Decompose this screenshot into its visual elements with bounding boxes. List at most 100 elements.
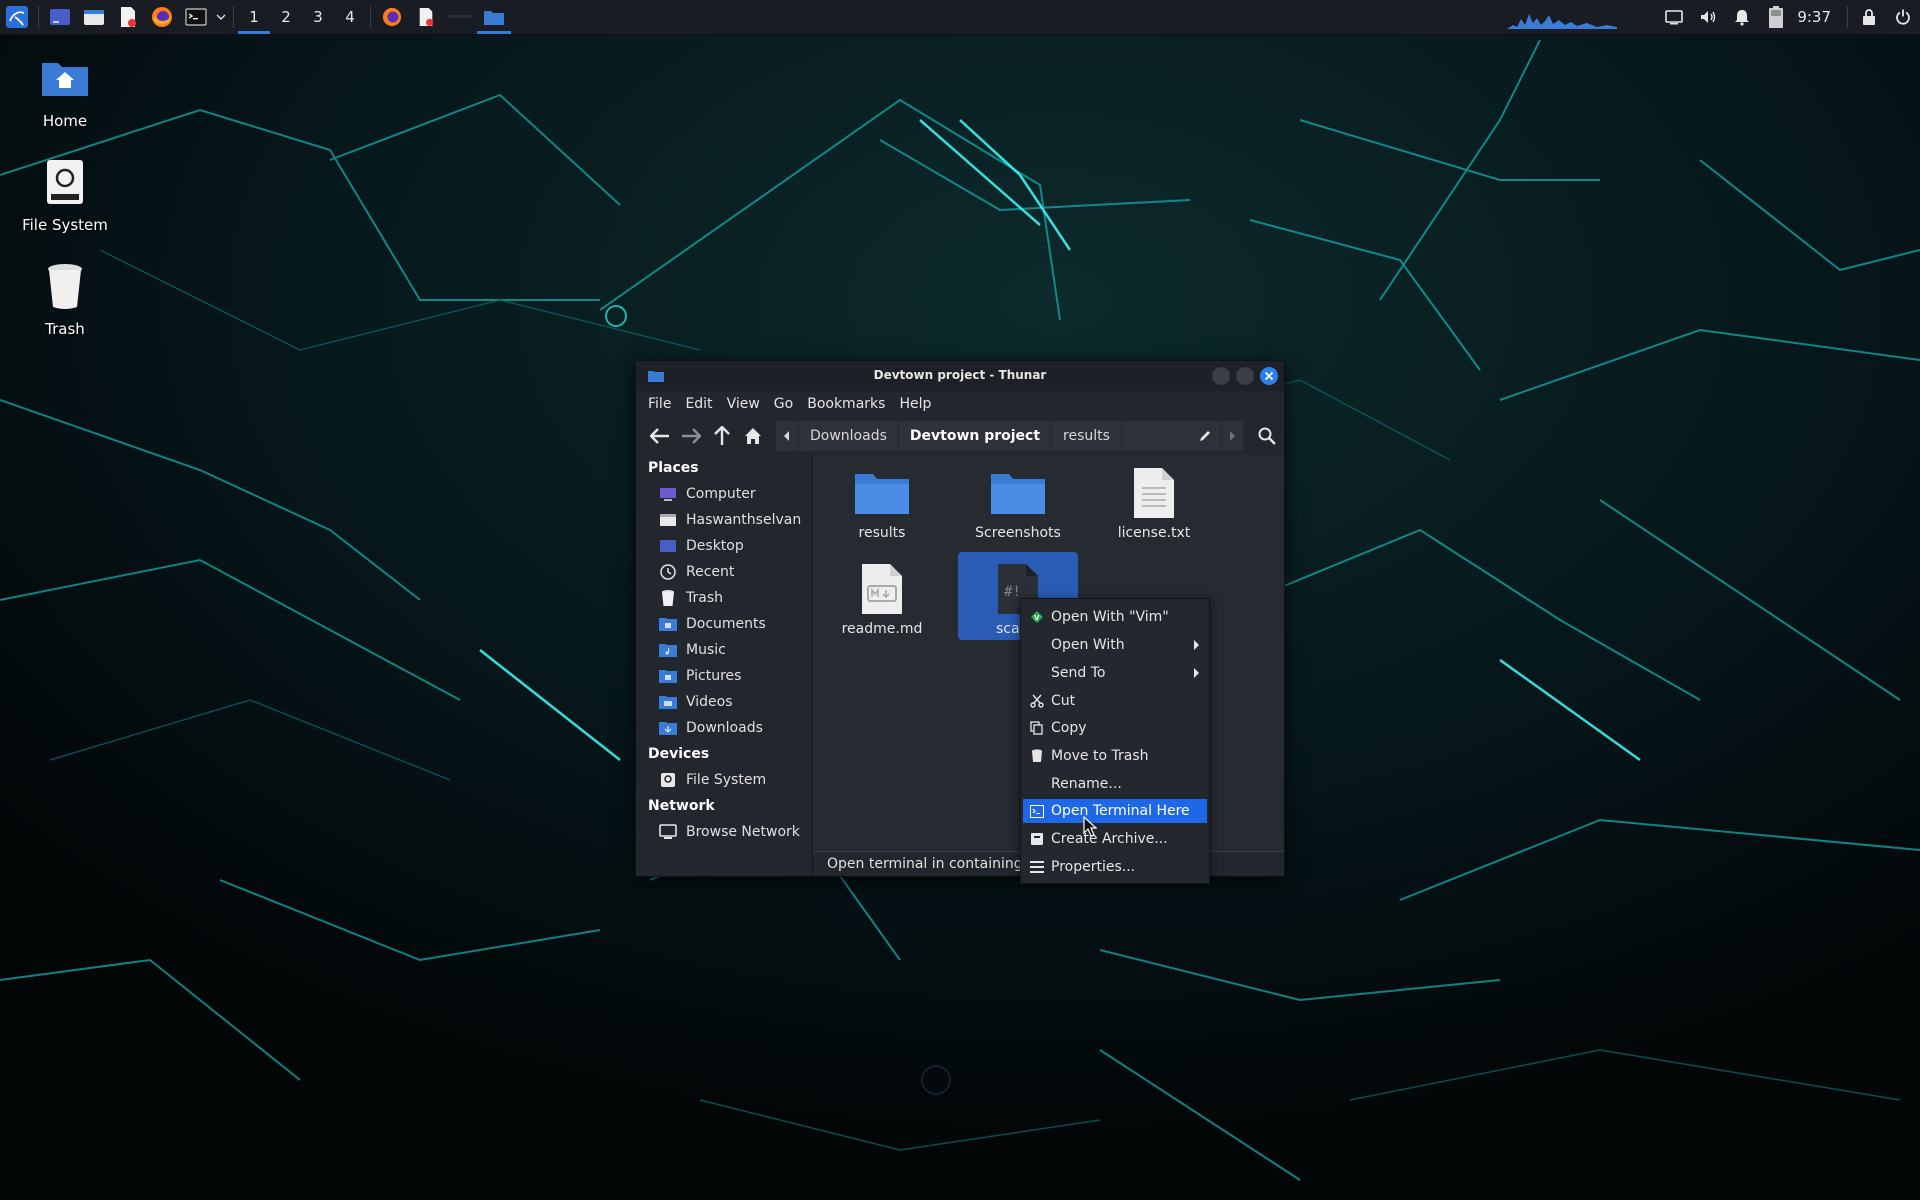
menu-edit[interactable]: Edit [678,396,719,412]
network-icon [658,823,678,841]
forward-button[interactable] [675,421,706,451]
workspace-3[interactable]: 3 [302,0,334,34]
menu-item-open-terminal-here[interactable]: Open Terminal Here [1023,799,1207,823]
sidebar-item-computer[interactable]: Computer [636,481,812,507]
sidebar-item-browse-network[interactable]: Browse Network [636,819,812,845]
sidebar-item-downloads[interactable]: Downloads [636,715,812,741]
menu-item-properties[interactable]: Properties... [1023,855,1207,879]
menu-item-move-to-trash[interactable]: Move to Trash [1023,744,1207,768]
firefox-task-button[interactable] [375,0,409,34]
kali-menu-icon[interactable] [0,0,34,34]
menu-item-cut[interactable]: Cut [1023,689,1207,713]
file-name: Screenshots [975,525,1061,541]
menu-item-copy[interactable]: Copy [1023,716,1207,740]
panel-separator [38,6,39,28]
menu-item-open-with[interactable]: Open With [1023,633,1207,657]
sidebar-item-label: Pictures [686,668,742,684]
clock[interactable]: 9:37 [1793,8,1843,26]
desktop-icon-trash[interactable]: Trash [10,258,120,338]
folder-icon [988,463,1048,523]
terminal-icon[interactable] [179,0,213,34]
menu-item-open-with-vim[interactable]: V Open With "Vim" [1023,605,1207,629]
sidebar-item-file-system[interactable]: File System [636,767,812,793]
close-button[interactable] [1260,367,1278,385]
sidebar-item-desktop[interactable]: Desktop [636,533,812,559]
desktop-icon-file-system[interactable]: File System [10,154,120,234]
menu-item-label: Cut [1051,693,1076,709]
file-item-license-txt[interactable]: license.txt [1094,463,1214,541]
file-item-screenshots[interactable]: Screenshots [958,463,1078,541]
search-button[interactable] [1252,421,1283,451]
menu-item-rename[interactable]: Rename... [1023,772,1207,796]
sidebar-item-trash[interactable]: Trash [636,585,812,611]
path-crumb-results[interactable]: results [1052,421,1122,451]
svg-text:V: V [1034,614,1040,622]
firefox-icon[interactable] [145,0,179,34]
menu-item-send-to[interactable]: Send To [1023,661,1207,685]
menu-go[interactable]: Go [767,396,800,412]
empty-task-button[interactable] [443,0,477,34]
pictures-folder-icon [658,667,678,685]
workspace-2[interactable]: 2 [270,0,302,34]
sidebar-item-pictures[interactable]: Pictures [636,663,812,689]
volume-icon[interactable] [1691,0,1725,34]
file-manager-icon[interactable] [77,0,111,34]
submenu-arrow-icon [1194,668,1199,678]
text-editor-icon[interactable] [111,0,145,34]
file-item-results[interactable]: results [822,463,942,541]
file-name: readme.md [841,621,923,637]
menu-item-label: Open With "Vim" [1051,609,1169,625]
chevron-down-icon[interactable] [213,0,229,34]
file-item-readme-md[interactable]: readme.md [822,559,942,637]
menu-item-spacer [1027,663,1047,683]
thunar-task-button[interactable] [477,0,511,34]
path-crumb-devtown-project[interactable]: Devtown project [898,421,1053,451]
menu-file[interactable]: File [641,396,678,412]
desktop-icon-label: Home [42,112,88,130]
home-button[interactable] [737,421,768,451]
menu-item-label: Create Archive... [1051,831,1168,847]
text-editor-task-button[interactable] [409,0,443,34]
workspace-1[interactable]: 1 [238,0,270,34]
window-title: Devtown project - Thunar [873,368,1047,382]
sidebar-item-label: Computer [686,486,756,502]
sidebar-item-recent[interactable]: Recent [636,559,812,585]
battery-icon[interactable] [1759,0,1793,34]
parent-folder-button[interactable] [706,421,737,451]
path-crumb-downloads[interactable]: Downloads [799,421,899,451]
desktop-icon-home[interactable]: Home [10,50,120,130]
bell-icon[interactable] [1725,0,1759,34]
workspace-4[interactable]: 4 [334,0,366,34]
maximize-button[interactable] [1236,367,1254,385]
path-edit-button[interactable] [1121,421,1221,451]
menu-item-create-archive[interactable]: Create Archive... [1023,827,1207,851]
menu-item-label: Send To [1051,665,1106,681]
menu-help[interactable]: Help [892,396,938,412]
back-button[interactable] [644,421,675,451]
minimize-button[interactable] [1212,367,1230,385]
show-desktop-icon[interactable] [43,0,77,34]
downloads-folder-icon [658,719,678,737]
menu-view[interactable]: View [720,396,767,412]
toolbar: Downloads Devtown project results [636,417,1284,455]
menu-item-label: Open Terminal Here [1051,803,1190,819]
power-icon[interactable] [1886,0,1920,34]
monitor-icon[interactable] [1657,0,1691,34]
sidebar-item-videos[interactable]: Videos [636,689,812,715]
lock-icon[interactable] [1852,0,1886,34]
close-icon [1264,371,1274,381]
home-icon [744,428,761,444]
documents-folder-icon [658,615,678,633]
menu-bookmarks[interactable]: Bookmarks [800,396,892,412]
desktop-icon-label: File System [22,216,108,234]
sidebar-heading-devices: Devices [648,746,710,762]
window-titlebar[interactable]: Devtown project - Thunar [636,361,1284,391]
sidebar-item-music[interactable]: Music [636,637,812,663]
home-folder-icon [37,50,93,106]
sidebar-item-documents[interactable]: Documents [636,611,812,637]
path-scroll-right-button[interactable] [1220,421,1244,451]
archive-icon [1027,829,1047,849]
sidebar-item-haswanthselvan[interactable]: Haswanthselvan [636,507,812,533]
trash-icon [1027,746,1047,766]
path-scroll-left-button[interactable] [776,421,799,451]
